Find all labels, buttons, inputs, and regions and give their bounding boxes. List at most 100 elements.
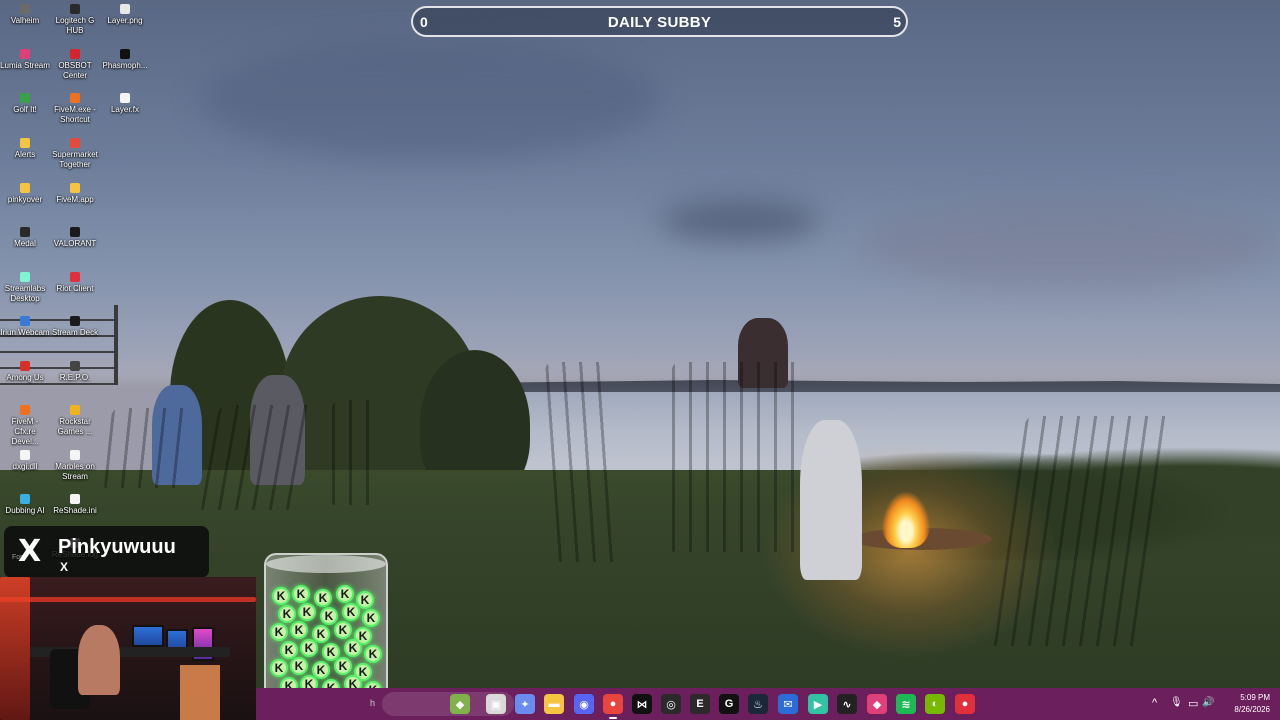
- desktop-icon[interactable]: Supermarket Together: [50, 138, 100, 170]
- search-badge-icon[interactable]: ◆: [450, 694, 470, 714]
- tray-chevron-icon[interactable]: ^: [1152, 697, 1157, 709]
- search-placeholder: h: [370, 698, 376, 708]
- folder-icon: [20, 138, 30, 148]
- desktop-icon[interactable]: Golf It!: [0, 93, 50, 115]
- desktop-icon[interactable]: VALORANT: [50, 227, 100, 249]
- desktop-icon[interactable]: Marbles on Stream: [50, 450, 100, 482]
- phasmophobia-icon: [120, 49, 130, 59]
- desktop-icon[interactable]: Iriun Webcam: [0, 316, 50, 338]
- steam-icon[interactable]: ♨: [748, 694, 768, 714]
- desktop-icon[interactable]: OBSBOT Center: [50, 49, 100, 81]
- desktop-icon-label: VALORANT: [53, 239, 97, 248]
- webcam-feed: [0, 577, 256, 720]
- desktop-icon[interactable]: Rockstar Games ...: [50, 405, 100, 437]
- clock-time: 5:09 PM: [1240, 693, 1270, 702]
- file-explorer-icon[interactable]: ▬: [544, 694, 564, 714]
- k-token-icon: K: [314, 589, 332, 607]
- repo-icon: [70, 361, 80, 371]
- desktop-icon[interactable]: Valheim: [0, 4, 50, 26]
- neon-light: [0, 597, 256, 602]
- taskbar-clock[interactable]: 5:09 PM 8/26/2026: [1234, 692, 1270, 716]
- k-token-icon: K: [272, 587, 290, 605]
- desktop-icon[interactable]: Riot Client: [50, 272, 100, 294]
- capcut-icon[interactable]: ⋈: [632, 694, 652, 714]
- fivem-icon: [20, 405, 30, 415]
- desktop-icon[interactable]: pinkyover: [0, 183, 50, 205]
- desktop-icon-label: Dubbing AI: [5, 506, 45, 515]
- chrome-icon[interactable]: ●: [603, 694, 623, 719]
- desktop-icon-label: FiveM - Cfx.re Devel...: [11, 417, 39, 446]
- discord-icon[interactable]: ◉: [574, 694, 594, 714]
- logitech-icon: [70, 4, 80, 14]
- desktop-icon-label: Alerts: [14, 150, 36, 159]
- image-file-icon: [120, 4, 130, 14]
- copilot-icon[interactable]: ✦: [515, 694, 535, 714]
- desktop-icon-label: FiveM.app: [56, 195, 94, 204]
- k-token-icon: K: [270, 659, 288, 677]
- golf-icon: [20, 93, 30, 103]
- desktop-icon[interactable]: FiveM.app: [50, 183, 100, 205]
- maps-pin-icon[interactable]: ◆: [867, 694, 887, 714]
- obsbot-icon: [70, 49, 80, 59]
- desktop-icon-label: Iriun Webcam: [0, 328, 50, 337]
- adirondack-chair: [200, 405, 320, 510]
- webcam-monitor: [132, 625, 164, 647]
- desktop-icon[interactable]: Layer.fx: [100, 93, 150, 115]
- desktop-icon[interactable]: FiveM - Cfx.re Devel...: [0, 405, 50, 447]
- desktop-icon[interactable]: Logitech G HUB: [50, 4, 100, 36]
- dubbing-icon: [20, 494, 30, 504]
- desktop-icon-label: Layer.fx: [110, 105, 139, 114]
- desktop-icon[interactable]: Phasmoph...: [100, 49, 150, 71]
- social-handle-banner: Fort X Pinkyuwuuu X: [4, 526, 209, 578]
- desktop-icon[interactable]: FiveM.exe - Shortcut: [50, 93, 100, 125]
- record-icon[interactable]: ●: [955, 694, 975, 714]
- person-silhouette: [800, 420, 862, 580]
- desktop-icon-label: Logitech G HUB: [55, 16, 95, 35]
- wallpaper-cloud: [200, 40, 660, 160]
- epic-games-icon[interactable]: E: [690, 694, 710, 714]
- desktop-icon-label: Medal: [14, 239, 36, 248]
- folder-icon: [70, 183, 80, 193]
- desktop-icon[interactable]: Medal: [0, 227, 50, 249]
- desktop-icon[interactable]: Among Us: [0, 361, 50, 383]
- spotify-icon[interactable]: ≋: [896, 694, 916, 714]
- desktop-icon[interactable]: Alerts: [0, 138, 50, 160]
- goal-target-value: 5: [893, 14, 901, 30]
- desktop-icon-label: Rockstar Games ...: [57, 417, 93, 436]
- mail-icon[interactable]: ✉: [778, 694, 798, 714]
- obs-icon[interactable]: ◎: [661, 694, 681, 714]
- x-small-icon: X: [60, 560, 69, 574]
- streamlabs-icon[interactable]: ▶: [808, 694, 828, 714]
- nvidia-icon[interactable]: ◐: [925, 694, 945, 714]
- desktop-icon[interactable]: Dubbing AI: [0, 494, 50, 516]
- task-view-icon[interactable]: ▣: [486, 694, 506, 714]
- marbles-icon: [70, 450, 80, 460]
- desktop-icon[interactable]: Stream Deck: [50, 316, 100, 338]
- desktop-icon[interactable]: Streamlabs Desktop: [0, 272, 50, 304]
- medal-icon: [20, 227, 30, 237]
- riot-icon: [70, 272, 80, 282]
- desktop-icon-label: pinkyover: [7, 195, 43, 204]
- desktop-icon[interactable]: ReShade.ini: [50, 494, 100, 516]
- desktop-icon[interactable]: R.E.P.O.: [50, 361, 100, 383]
- desktop-icon[interactable]: Lumia Stream: [0, 49, 50, 71]
- desktop-icon[interactable]: Layer.png: [100, 4, 150, 26]
- wave-link-icon[interactable]: ∿: [837, 694, 857, 714]
- network-icon[interactable]: ▭: [1188, 697, 1198, 710]
- goal-title: DAILY SUBBY: [607, 14, 712, 31]
- k-token-icon: K: [320, 607, 338, 625]
- k-token-icon: K: [344, 639, 362, 657]
- k-token-icon: K: [362, 609, 380, 627]
- desktop-icon-label: Phasmoph...: [102, 61, 148, 70]
- supermarket-icon: [70, 138, 80, 148]
- lumia-icon: [20, 49, 30, 59]
- desktop-icon-label: R.E.P.O.: [59, 373, 91, 382]
- k-token-icon: K: [336, 585, 354, 603]
- jar-rim: [266, 555, 386, 573]
- desktop-icon-label: Marbles on Stream: [55, 462, 95, 481]
- volume-icon[interactable]: 🔊: [1202, 697, 1214, 708]
- desktop-icon[interactable]: dxgi.dll: [0, 450, 50, 472]
- k-token-icon: K: [300, 639, 318, 657]
- logitech-icon[interactable]: G: [719, 694, 739, 714]
- microphone-icon[interactable]: 🎙: [1170, 697, 1183, 708]
